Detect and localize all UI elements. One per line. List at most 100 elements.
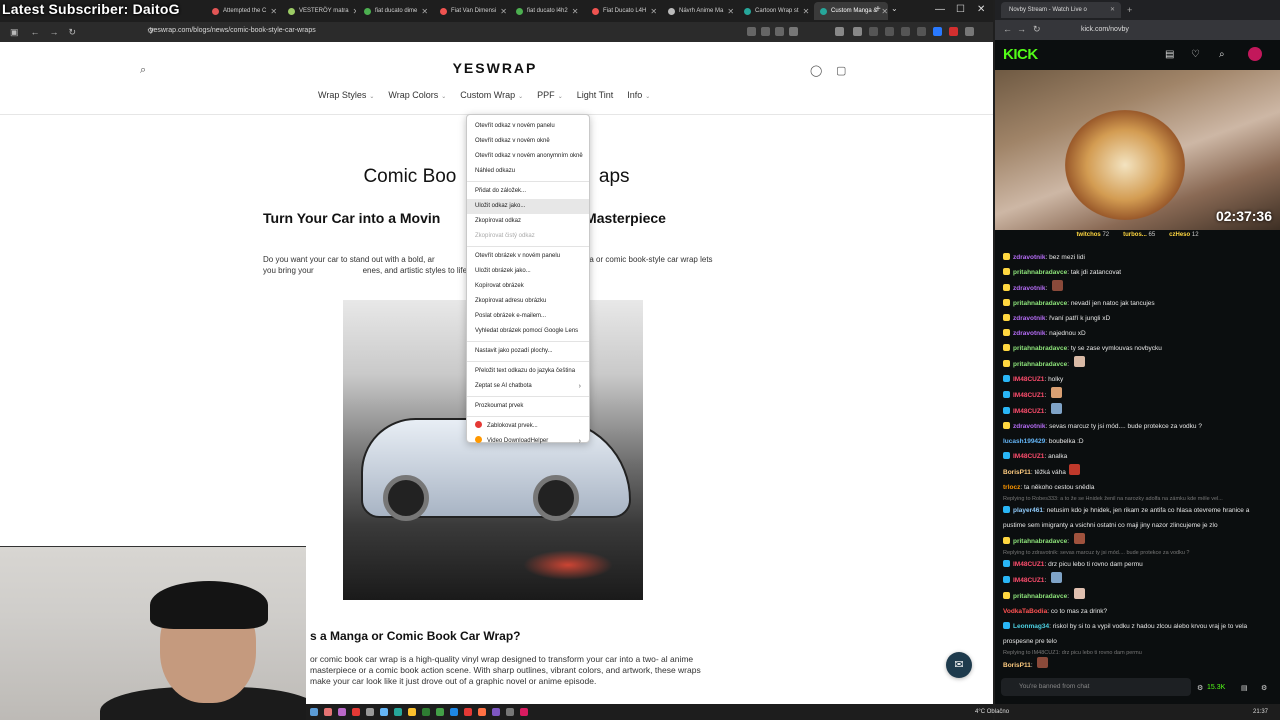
nav-item[interactable]: Wrap Colors ⌄ [388, 90, 446, 100]
chat-settings-icon[interactable]: ⚙ [1261, 684, 1267, 692]
context-menu-item[interactable]: Otevřít odkaz v novém okně [467, 134, 589, 149]
chat-username[interactable]: zdravotnik [1013, 423, 1046, 430]
context-menu-item[interactable]: Nastavit jako pozadí plochy... [467, 344, 589, 359]
chat-username[interactable]: IM48CUZ1 [1013, 561, 1044, 568]
extension-icon[interactable] [917, 27, 926, 36]
context-menu-item[interactable]: Uložit obrázek jako... [467, 264, 589, 279]
search-icon[interactable]: ⌕ [140, 64, 152, 76]
context-menu-item[interactable]: Kopírovat obrázek [467, 279, 589, 294]
emote-icon[interactable]: ⚙ [1197, 684, 1203, 692]
taskbar-app-icon[interactable] [506, 708, 514, 716]
browser-tab[interactable]: Fiat Ducato L4H ✕ [586, 2, 660, 20]
avatar[interactable] [1248, 47, 1262, 61]
forward-icon[interactable]: → [1017, 24, 1026, 34]
youtube-extension-icon[interactable] [949, 27, 958, 36]
chat-username[interactable]: IM48CUZ1 [1013, 577, 1044, 584]
browser-tab[interactable]: Attempted the C ✕ [206, 2, 280, 20]
context-menu-item[interactable]: Vyhledat obrázek pomocí Google Lens [467, 324, 589, 339]
chat-username[interactable]: pritahnabradavce [1013, 593, 1067, 600]
browser-tab[interactable]: Návrh Anime Ma ✕ [662, 2, 736, 20]
translate-icon[interactable] [775, 27, 784, 36]
account-icon[interactable] [853, 27, 862, 36]
context-menu-item[interactable]: Uložit odkaz jako... [467, 199, 589, 214]
taskbar-app-icon[interactable] [492, 708, 500, 716]
chat-username[interactable]: BorisP11 [1003, 662, 1031, 669]
close-tab-icon[interactable]: ✕ [1110, 2, 1115, 18]
chat-username[interactable]: VodkaTaBodia [1003, 608, 1047, 615]
extension-icon[interactable] [885, 27, 894, 36]
minimize-icon[interactable]: — [935, 4, 945, 15]
new-tab-icon[interactable]: + [1127, 5, 1132, 15]
nav-item[interactable]: Light Tint [577, 90, 614, 100]
new-tab-icon[interactable]: + [875, 4, 881, 15]
chat-username[interactable]: trlocz [1003, 484, 1020, 491]
chat-username[interactable]: BorisP11 [1003, 469, 1031, 476]
chat-username[interactable]: IM48CUZ1 [1013, 392, 1044, 399]
reload-icon[interactable]: ↻ [1033, 24, 1041, 35]
search-icon[interactable]: ⌕ [1219, 49, 1225, 60]
context-menu-item[interactable]: Otevřít obrázek v novém panelu [467, 249, 589, 264]
chat-popout-icon[interactable]: ▤ [1241, 684, 1248, 692]
close-tab-icon[interactable]: ✕ [572, 7, 579, 16]
chat-username[interactable]: pritahnabradavce [1013, 538, 1067, 545]
url-field[interactable]: kick.com/novby [1081, 26, 1129, 33]
taskbar-app-icon[interactable] [394, 708, 402, 716]
stream-video[interactable]: 02:37:36 [995, 70, 1280, 230]
close-tab-icon[interactable]: ✕ [270, 7, 277, 16]
chat-username[interactable]: IM48CUZ1 [1013, 408, 1044, 415]
site-logo[interactable]: YESWRAP [440, 60, 550, 76]
back-icon[interactable]: ← [1003, 24, 1012, 34]
taskbar-app-icon[interactable] [450, 708, 458, 716]
chat-input[interactable]: You're banned from chat [1001, 678, 1191, 696]
close-tab-icon[interactable]: ✕ [421, 7, 428, 16]
chat-username[interactable]: lucash199429 [1003, 438, 1045, 445]
close-tab-icon[interactable]: ✕ [803, 7, 810, 16]
bookmark-star-icon[interactable] [789, 27, 798, 36]
top-viewer[interactable]: czHeso 12 [1169, 232, 1198, 246]
extension-icon[interactable] [869, 27, 878, 36]
context-menu-item[interactable]: Zablokovat prvek... [467, 419, 589, 434]
top-viewer[interactable]: twitchos 72 [1076, 232, 1109, 246]
context-menu-item[interactable]: Zeptat se AI chatbota › [467, 379, 589, 394]
close-tab-icon[interactable]: ✕ [881, 7, 888, 16]
taskbar-app-icon[interactable] [310, 708, 318, 716]
taskbar-app-icon[interactable] [324, 708, 332, 716]
chat-username[interactable]: player461 [1013, 507, 1043, 514]
reload-icon[interactable]: ↻ [69, 27, 77, 38]
kick-logo[interactable]: KICK [1003, 46, 1038, 63]
chat-username[interactable]: zdravotnik [1013, 254, 1046, 261]
chat-username[interactable]: zdravotnik [1013, 330, 1046, 337]
close-tab-icon[interactable]: ✕ [727, 7, 734, 16]
url-field[interactable]: yeswrap.com/blogs/news/comic-book-style-… [150, 27, 316, 34]
nav-item[interactable]: Info ⌄ [627, 90, 650, 100]
sidebar-toggle-icon[interactable]: ▣ [10, 27, 19, 38]
forward-icon[interactable]: → [50, 27, 59, 37]
browser-tab[interactable]: fiat ducato dime ✕ [358, 2, 432, 20]
close-window-icon[interactable]: ✕ [977, 4, 985, 15]
context-menu-item[interactable]: Náhled odkazu [467, 164, 589, 179]
taskbar-app-icon[interactable] [464, 708, 472, 716]
taskbar-app-icon[interactable] [366, 708, 374, 716]
close-tab-icon[interactable]: ✕ [650, 7, 657, 16]
context-menu-item[interactable]: Otevřít odkaz v novém panelu [467, 119, 589, 134]
context-menu-item[interactable]: Prozkoumat prvek [467, 399, 589, 414]
chat-username[interactable]: IM48CUZ1 [1013, 376, 1044, 383]
browser-tab[interactable]: VESTERÖY matra ✕ [282, 2, 356, 20]
browser-tab[interactable]: Cartoon Wrap st ✕ [738, 2, 812, 20]
context-menu-item[interactable]: Otevřít odkaz v novém anonymním okně [467, 149, 589, 164]
chat-username[interactable]: pritahnabradavce [1013, 345, 1067, 352]
context-menu-item[interactable]: Zkopírovat adresu obrázku [467, 294, 589, 309]
store-icon[interactable]: ▤ [1165, 49, 1174, 60]
downloads-icon[interactable] [835, 27, 844, 36]
taskbar-app-icon[interactable] [338, 708, 346, 716]
follow-heart-icon[interactable]: ♡ [1191, 49, 1200, 60]
back-icon[interactable]: ← [31, 27, 40, 37]
chat-username[interactable]: pritahnabradavce [1013, 300, 1067, 307]
nav-item[interactable]: PPF ⌄ [537, 90, 563, 100]
chat-username[interactable]: zdravotnik [1013, 315, 1046, 322]
chat-widget-button[interactable]: ✉ [946, 652, 972, 678]
screenshot-icon[interactable] [761, 27, 770, 36]
chat-username[interactable]: pritahnabradavce [1013, 361, 1067, 368]
close-tab-icon[interactable]: ✕ [353, 7, 356, 16]
taskbar-app-icon[interactable] [380, 708, 388, 716]
